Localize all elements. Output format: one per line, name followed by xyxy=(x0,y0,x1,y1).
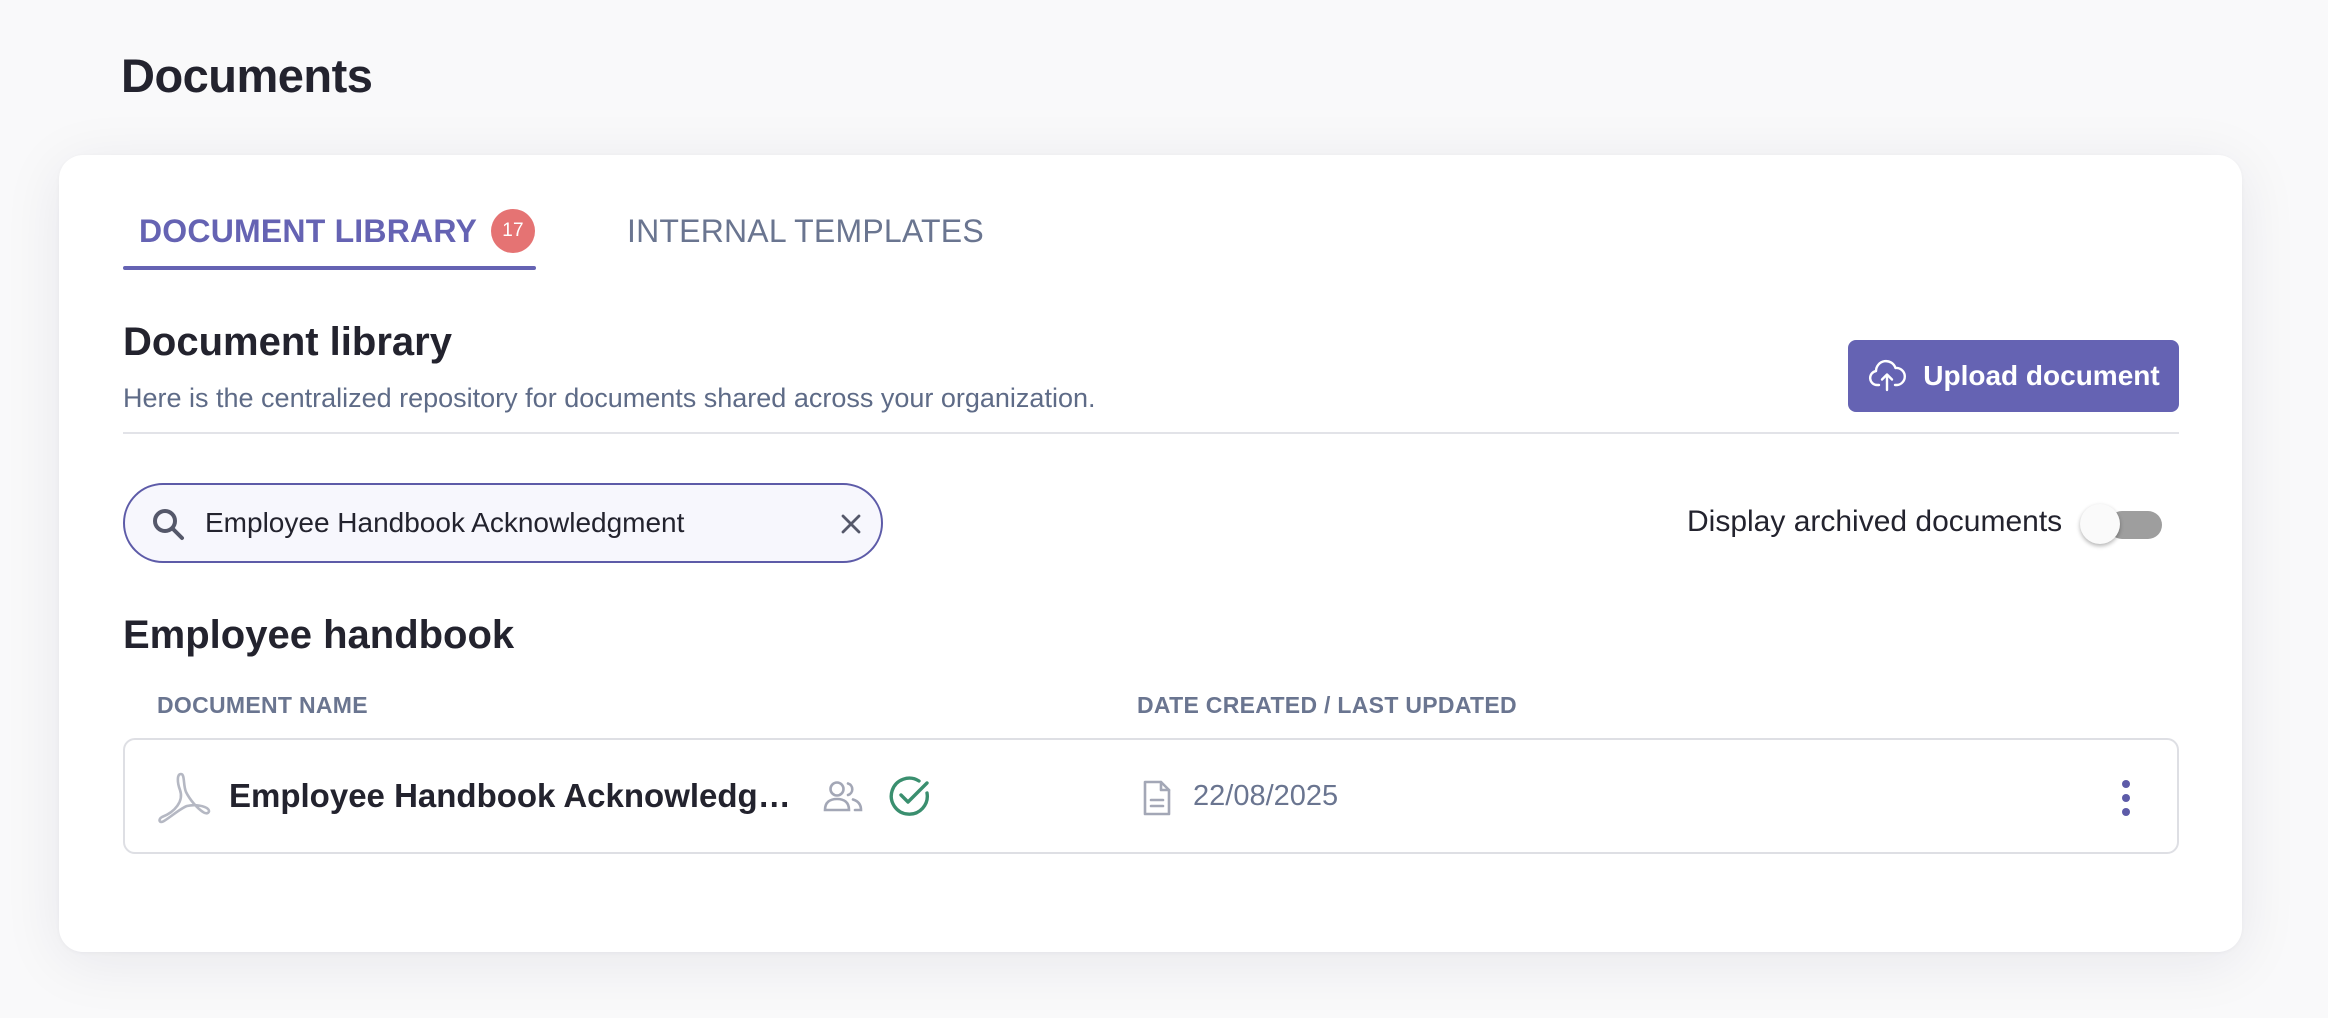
search-input[interactable] xyxy=(205,495,805,551)
column-header-document-name: DOCUMENT NAME xyxy=(157,692,368,718)
group-title: Employee handbook xyxy=(123,613,515,657)
tab-label: DOCUMENT LIBRARY xyxy=(139,212,477,249)
tab-bar: DOCUMENT LIBRARY 17 INTERNAL TEMPLATES xyxy=(123,193,2179,273)
pdf-icon xyxy=(155,768,213,826)
active-tab-indicator xyxy=(123,266,536,270)
cloud-upload-icon xyxy=(1867,356,1907,396)
close-icon[interactable] xyxy=(837,510,865,538)
page-title: Documents xyxy=(121,49,373,102)
upload-document-button[interactable]: Upload document xyxy=(1848,340,2179,412)
toggle-thumb xyxy=(2080,504,2120,544)
tab-internal-templates[interactable]: INTERNAL TEMPLATES xyxy=(627,193,984,269)
archived-toggle-label: Display archived documents xyxy=(1687,505,2063,538)
people-icon xyxy=(822,778,864,814)
table-row[interactable]: Employee Handbook Acknowledgment... 22/0… xyxy=(123,738,2179,854)
search-box[interactable] xyxy=(123,483,883,563)
upload-button-label: Upload document xyxy=(1923,360,2160,391)
more-vertical-icon[interactable] xyxy=(2115,776,2137,820)
document-name[interactable]: Employee Handbook Acknowledgment... xyxy=(229,777,814,815)
count-badge: 17 xyxy=(491,209,535,253)
tab-document-library[interactable]: DOCUMENT LIBRARY 17 xyxy=(123,193,536,269)
section-title: Document library xyxy=(123,320,452,364)
column-header-date: DATE CREATED / LAST UPDATED xyxy=(1137,692,1517,718)
archived-toggle[interactable] xyxy=(2080,504,2176,544)
tab-label: INTERNAL TEMPLATES xyxy=(627,212,984,249)
search-icon xyxy=(149,505,187,543)
check-circle-icon xyxy=(887,773,933,819)
document-date: 22/08/2025 xyxy=(1193,780,1339,812)
section-description: Here is the centralized repository for d… xyxy=(123,383,1096,413)
file-icon xyxy=(1141,779,1173,817)
divider xyxy=(123,432,2179,434)
documents-card: DOCUMENT LIBRARY 17 INTERNAL TEMPLATES D… xyxy=(59,155,2242,952)
